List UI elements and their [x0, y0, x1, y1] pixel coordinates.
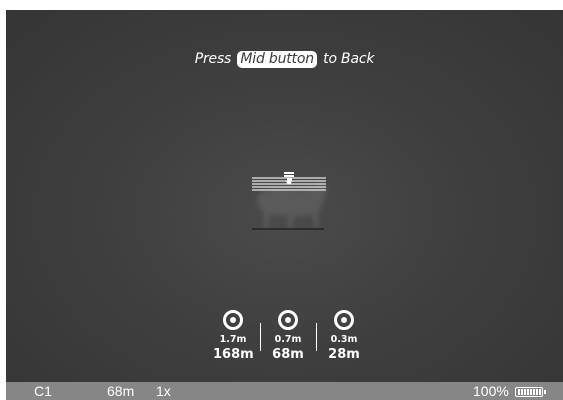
- rangefinder-screen: Press Mid button to Back 1.7m 168m 0.7m …: [0, 0, 563, 400]
- stadiametric-target-icon: [223, 310, 243, 330]
- animal-silhouette: [257, 181, 327, 228]
- battery-percent: 100%: [473, 383, 509, 399]
- marker-size-label: 0.3m: [330, 334, 358, 345]
- battery-icon: [515, 387, 546, 397]
- marker-size-label: 0.7m: [274, 334, 302, 345]
- stadiametric-target-icon: [334, 310, 354, 330]
- marker-large: 1.7m 168m: [213, 310, 254, 362]
- zoom-indicator: 1x: [156, 383, 171, 399]
- thermal-viewport: Press Mid button to Back 1.7m 168m 0.7m …: [6, 10, 563, 382]
- marker-small: 0.3m 28m: [324, 310, 364, 362]
- marker-size-label: 1.7m: [219, 334, 247, 345]
- marker-distance-label: 68m: [272, 347, 304, 362]
- profile-indicator: C1: [34, 383, 52, 399]
- status-bar: C1 68m 1x 100%: [6, 382, 563, 400]
- stadiametric-markers: 1.7m 168m 0.7m 68m 0.3m 28m: [206, 310, 376, 372]
- distance-indicator: 68m: [107, 383, 135, 399]
- marker-distance-label: 168m: [213, 347, 254, 362]
- stadiametric-target-icon: [278, 310, 298, 330]
- marker-medium: 0.7m 68m: [268, 310, 308, 362]
- marker-divider: [316, 323, 317, 351]
- marker-divider: [260, 323, 261, 351]
- marker-distance-label: 28m: [328, 347, 360, 362]
